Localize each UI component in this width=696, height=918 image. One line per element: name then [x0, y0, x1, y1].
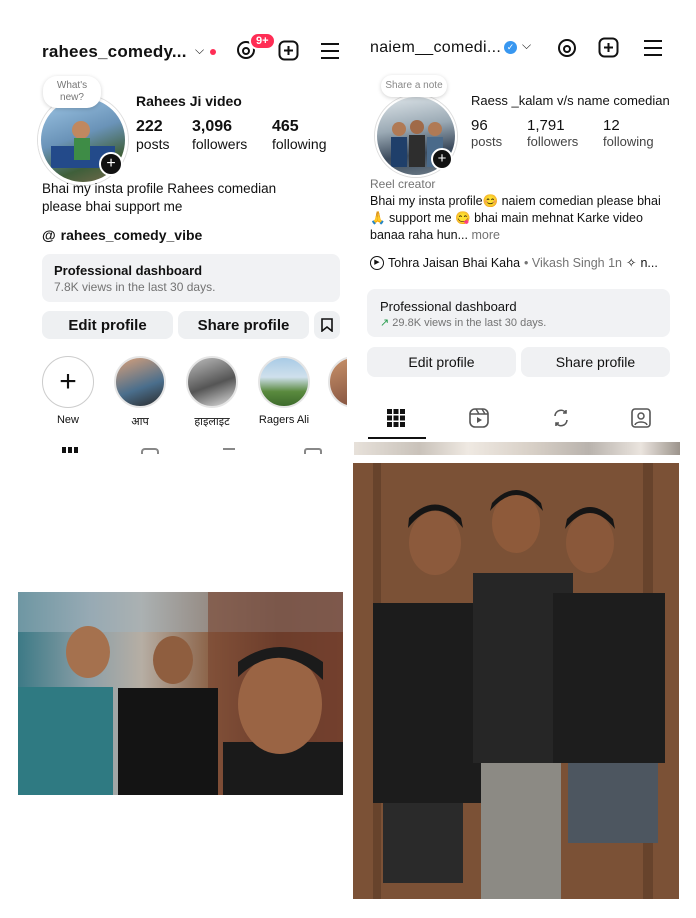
bio-line: 🙏 support me 😋 bhai main mehnat Karke vi… — [370, 211, 643, 225]
stat-value: 1,791 — [527, 117, 565, 134]
reels-tab-icon[interactable] — [469, 408, 489, 433]
note-bubble[interactable]: What's new? — [43, 76, 101, 108]
threads-link[interactable]: @ rahees_comedy_vibe — [42, 227, 202, 243]
dashboard-title: Professional dashboard — [54, 263, 203, 278]
bookmark-icon — [321, 318, 333, 332]
stat-posts[interactable]: 222 posts — [136, 118, 169, 152]
group-portrait-photo — [353, 463, 679, 899]
tagged-tab-icon[interactable] — [304, 448, 322, 454]
stat-label: followers — [192, 136, 248, 152]
highlight-label: New — [56, 414, 79, 426]
repost-tab-icon[interactable] — [551, 408, 571, 433]
menu-icon[interactable] — [643, 39, 663, 62]
note-bubble-text: What's new? — [56, 80, 88, 103]
note-bubble[interactable]: Share a note — [381, 75, 447, 97]
stat-label: posts — [136, 136, 170, 152]
active-tab-underline — [368, 437, 426, 439]
menu-icon[interactable] — [320, 42, 340, 65]
highlight-label: Ragers Ali — [258, 414, 310, 426]
threads-icon: @ — [42, 227, 56, 243]
add-post-icon[interactable] — [278, 40, 299, 66]
sparkle-icon: ✧ — [626, 256, 637, 270]
username[interactable]: rahees_comedy... — [42, 42, 187, 62]
bio-line-3: banaa raha hun... more — [370, 228, 500, 242]
chevron-down-icon[interactable]: ⌵ — [522, 38, 531, 53]
edit-profile-button[interactable]: Edit profile — [367, 347, 516, 377]
edit-profile-button[interactable]: Edit profile — [42, 311, 173, 339]
highlight-item[interactable] — [186, 356, 238, 408]
stat-value: 3,096 — [192, 118, 233, 135]
username[interactable]: naiem__comedi... — [370, 39, 501, 57]
highlight-label: आप — [131, 416, 149, 428]
grid-tab-icon[interactable] — [387, 409, 405, 432]
share-profile-button[interactable]: Share profile — [178, 311, 309, 339]
stat-label: followers — [527, 134, 579, 149]
stat-followers[interactable]: 1,791 followers — [527, 117, 578, 149]
highlight-item[interactable] — [114, 356, 166, 408]
dashboard-subtitle: 29.8K views in the last 30 days. — [392, 317, 547, 329]
stat-followers[interactable]: 3,096 followers — [192, 118, 247, 152]
stat-value: 222 — [136, 118, 163, 135]
stat-posts[interactable]: 96 posts — [471, 117, 502, 149]
tagged-tab-icon[interactable] — [631, 408, 651, 433]
notification-badge: 9+ — [249, 32, 276, 50]
display-name: Rahees Ji video — [136, 93, 242, 109]
stat-label: following — [272, 136, 327, 152]
chevron-down-icon[interactable]: ⌵ — [195, 43, 204, 58]
threads-icon[interactable] — [556, 37, 578, 64]
more-link[interactable]: more — [471, 228, 499, 242]
add-story-icon[interactable]: + — [431, 148, 453, 170]
professional-dashboard[interactable]: Professional dashboard 7.8K views in the… — [42, 254, 340, 302]
stat-following[interactable]: 12 following — [603, 117, 654, 149]
music-row[interactable]: ▶ Tohra Jaisan Bhai Kaha • Vikash Singh … — [370, 255, 658, 270]
repost-tab-icon[interactable] — [223, 448, 235, 455]
grid-tab-icon[interactable] — [62, 447, 78, 453]
grid-preview-strip — [354, 442, 680, 455]
reels-tab-icon[interactable] — [141, 448, 159, 454]
stat-value: 12 — [603, 117, 620, 134]
highlight-label: हाइलाइट — [194, 416, 230, 428]
stat-value: 96 — [471, 117, 488, 134]
category-label: Reel creator — [370, 177, 436, 191]
add-post-icon[interactable] — [598, 37, 619, 63]
left-profile-screenshot: rahees_comedy... ⌵ 9+ + What's new? Rahe… — [25, 25, 347, 455]
bookmark-button[interactable] — [314, 311, 340, 339]
group-selfie-photo — [18, 592, 343, 795]
stat-value: 465 — [272, 118, 299, 135]
dashboard-subtitle: 7.8K views in the last 30 days. — [54, 280, 216, 294]
play-icon: ▶ — [370, 255, 384, 270]
add-story-icon[interactable]: + — [99, 152, 123, 176]
bio-line: please bhai support me — [42, 199, 183, 214]
verified-badge-icon: ✓ — [504, 41, 517, 54]
dashboard-title: Professional dashboard — [380, 299, 517, 314]
stat-following[interactable]: 465 following — [272, 118, 326, 152]
stat-label: posts — [471, 134, 503, 149]
trend-up-icon: ↗ — [380, 317, 390, 329]
bio-line: Bhai my insta profile😊 naiem comedian pl… — [370, 194, 661, 208]
new-highlight-button[interactable]: + — [42, 356, 94, 408]
notification-dot — [210, 49, 216, 55]
dashboard-subtitle-row: ↗ 29.8K views in the last 30 days. — [380, 316, 546, 329]
music-extra: n... — [640, 255, 658, 270]
share-profile-button[interactable]: Share profile — [521, 347, 670, 377]
threads-handle: rahees_comedy_vibe — [60, 227, 203, 243]
professional-dashboard[interactable]: Professional dashboard ↗ 29.8K views in … — [367, 289, 670, 337]
highlight-item[interactable] — [328, 356, 347, 408]
highlight-item[interactable] — [258, 356, 310, 408]
bio-line: Bhai my insta profile Rahees comedian — [42, 181, 277, 196]
bio-text: banaa raha hun... — [370, 228, 468, 242]
music-title: Tohra Jaisan Bhai Kaha — [388, 255, 521, 270]
display-name: Raess _kalam v/s name comedian — [471, 93, 670, 108]
music-artist: • Vikash Singh 1n — [524, 255, 622, 270]
stat-label: following — [603, 134, 654, 149]
note-bubble-text: Share a note — [385, 80, 443, 91]
right-profile-screenshot: naiem__comedi... ✓ ⌵ + Share a note Raes… — [354, 25, 680, 455]
